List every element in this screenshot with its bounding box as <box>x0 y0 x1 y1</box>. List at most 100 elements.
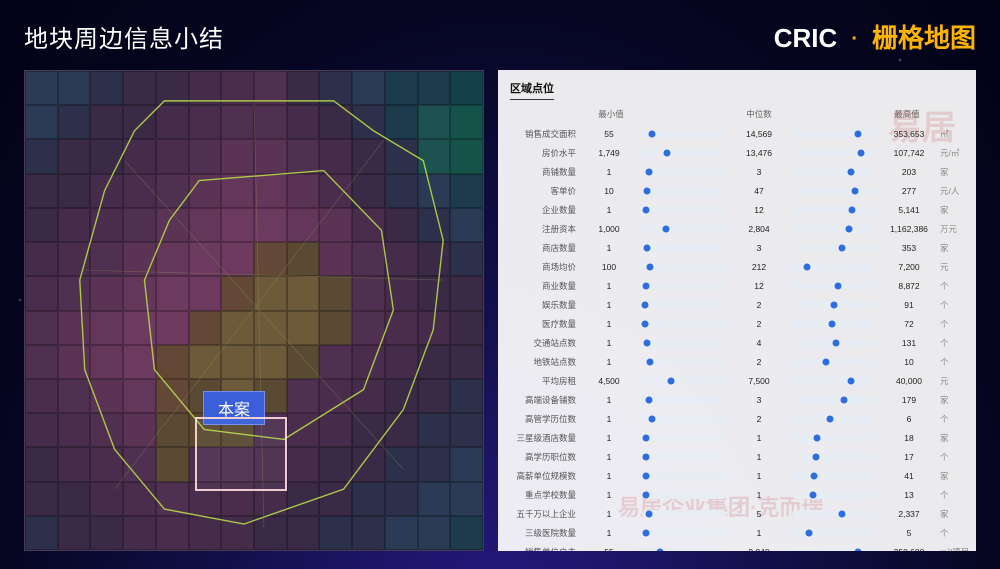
heatmap-cell[interactable] <box>385 242 418 276</box>
heatmap-cell[interactable] <box>254 71 287 105</box>
heatmap-cell[interactable] <box>90 345 123 379</box>
heatmap-cell[interactable] <box>156 71 189 105</box>
range-bar-right[interactable] <box>792 130 876 138</box>
heatmap-cell[interactable] <box>25 311 58 345</box>
slider-dot[interactable] <box>846 225 853 232</box>
heatmap-cell[interactable] <box>385 276 418 310</box>
range-bar-left[interactable] <box>642 396 726 404</box>
heatmap-cell[interactable] <box>221 139 254 173</box>
range-bar-right[interactable] <box>792 472 876 480</box>
heatmap-cell[interactable] <box>385 482 418 516</box>
slider-dot[interactable] <box>810 472 817 479</box>
heatmap-cell[interactable] <box>221 105 254 139</box>
heatmap-cell[interactable] <box>25 413 58 447</box>
slider-dot[interactable] <box>647 263 654 270</box>
heatmap-cell[interactable] <box>189 345 222 379</box>
heatmap-cell[interactable] <box>385 105 418 139</box>
heatmap-cell[interactable] <box>287 311 320 345</box>
range-bar-left[interactable] <box>642 244 726 252</box>
heatmap-cell[interactable] <box>418 105 451 139</box>
slider-dot[interactable] <box>645 168 652 175</box>
slider-dot[interactable] <box>839 510 846 517</box>
heatmap-cell[interactable] <box>352 413 385 447</box>
heatmap-cell[interactable] <box>156 447 189 481</box>
slider-dot[interactable] <box>643 529 650 536</box>
slider-dot[interactable] <box>644 339 651 346</box>
heatmap-cell[interactable] <box>352 379 385 413</box>
heatmap-cell[interactable] <box>254 311 287 345</box>
range-bar-left[interactable] <box>642 434 726 442</box>
heatmap-cell[interactable] <box>156 311 189 345</box>
heatmap-cell[interactable] <box>156 105 189 139</box>
range-bar-left[interactable] <box>642 263 726 271</box>
slider-dot[interactable] <box>831 301 838 308</box>
heatmap-cell[interactable] <box>352 242 385 276</box>
heatmap-cell[interactable] <box>254 242 287 276</box>
heatmap-cell[interactable] <box>287 345 320 379</box>
heatmap-cell[interactable] <box>319 516 352 550</box>
heatmap-cell[interactable] <box>418 413 451 447</box>
range-bar-left[interactable] <box>642 206 726 214</box>
heatmap-cell[interactable] <box>90 139 123 173</box>
heatmap-cell[interactable] <box>287 413 320 447</box>
heatmap-cell[interactable] <box>352 276 385 310</box>
slider-dot[interactable] <box>649 130 656 137</box>
heatmap-cell[interactable] <box>189 311 222 345</box>
range-bar-left[interactable] <box>642 472 726 480</box>
heatmap-cell[interactable] <box>450 345 483 379</box>
slider-dot[interactable] <box>822 358 829 365</box>
heatmap-cell[interactable] <box>90 242 123 276</box>
heatmap-cell[interactable] <box>319 413 352 447</box>
heatmap-cell[interactable] <box>352 482 385 516</box>
heatmap-cell[interactable] <box>123 139 156 173</box>
heatmap-cell[interactable] <box>418 482 451 516</box>
slider-dot[interactable] <box>826 415 833 422</box>
heatmap-cell[interactable] <box>189 105 222 139</box>
heatmap-cell[interactable] <box>418 139 451 173</box>
range-bar-right[interactable] <box>792 548 876 552</box>
heatmap-cell[interactable] <box>90 174 123 208</box>
range-bar-right[interactable] <box>792 377 876 385</box>
heatmap-cell[interactable] <box>352 345 385 379</box>
heatmap-cell[interactable] <box>287 482 320 516</box>
heatmap-cell[interactable] <box>254 139 287 173</box>
range-bar-left[interactable] <box>642 548 726 552</box>
range-bar-right[interactable] <box>792 282 876 290</box>
range-bar-right[interactable] <box>792 149 876 157</box>
heatmap-cell[interactable] <box>123 311 156 345</box>
slider-dot[interactable] <box>668 377 675 384</box>
range-bar-left[interactable] <box>642 377 726 385</box>
heatmap-cell[interactable] <box>221 276 254 310</box>
grid-map[interactable]: 本案 <box>24 70 484 551</box>
heatmap-cell[interactable] <box>450 208 483 242</box>
slider-dot[interactable] <box>814 434 821 441</box>
heatmap-cell[interactable] <box>287 208 320 242</box>
range-bar-left[interactable] <box>642 187 726 195</box>
range-bar-left[interactable] <box>642 282 726 290</box>
heatmap-cell[interactable] <box>319 379 352 413</box>
heatmap-cell[interactable] <box>58 516 91 550</box>
slider-dot[interactable] <box>642 320 649 327</box>
heatmap-cell[interactable] <box>156 208 189 242</box>
slider-dot[interactable] <box>804 263 811 270</box>
heatmap-cell[interactable] <box>287 139 320 173</box>
heatmap-cell[interactable] <box>221 71 254 105</box>
range-bar-right[interactable] <box>792 491 876 499</box>
heatmap-cell[interactable] <box>319 345 352 379</box>
heatmap-cell[interactable] <box>450 311 483 345</box>
heatmap-cell[interactable] <box>25 276 58 310</box>
heatmap-cell[interactable] <box>58 379 91 413</box>
heatmap-cell[interactable] <box>156 482 189 516</box>
heatmap-cell[interactable] <box>450 379 483 413</box>
heatmap-cell[interactable] <box>156 174 189 208</box>
heatmap-cell[interactable] <box>156 413 189 447</box>
heatmap-cell[interactable] <box>221 208 254 242</box>
heatmap-cell[interactable] <box>319 174 352 208</box>
heatmap-cell[interactable] <box>385 174 418 208</box>
heatmap-cell[interactable] <box>90 105 123 139</box>
heatmap-cell[interactable] <box>352 71 385 105</box>
range-bar-right[interactable] <box>792 225 876 233</box>
heatmap-cell[interactable] <box>123 482 156 516</box>
heatmap-cell[interactable] <box>450 482 483 516</box>
heatmap-cell[interactable] <box>287 242 320 276</box>
